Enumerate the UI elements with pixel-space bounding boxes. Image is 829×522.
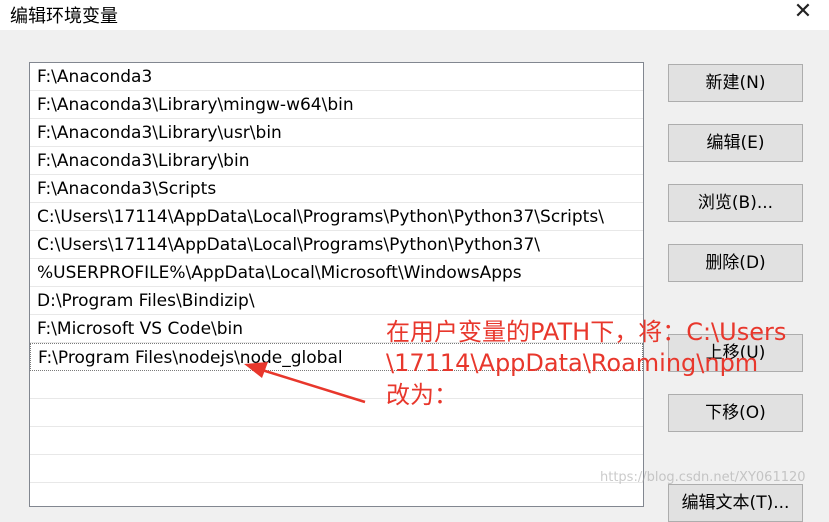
watermark: https://blog.csdn.net/XY061120: [600, 470, 806, 485]
list-item[interactable]: F:\Anaconda3\Library\usr\bin: [30, 119, 643, 147]
title-bar: 编辑环境变量 ✕: [0, 0, 829, 30]
list-item[interactable]: [30, 483, 643, 506]
move-down-button[interactable]: 下移(O): [668, 394, 803, 432]
edit-text-button[interactable]: 编辑文本(T)...: [668, 484, 803, 522]
annotation-line-1: 在用户变量的PATH下，将：C:\Users: [386, 318, 787, 346]
list-item[interactable]: [30, 427, 643, 455]
close-icon[interactable]: ✕: [783, 0, 823, 26]
list-item[interactable]: F:\Anaconda3: [30, 63, 643, 91]
annotation-line-3: 改为：: [386, 381, 458, 409]
list-item[interactable]: %USERPROFILE%\AppData\Local\Microsoft\Wi…: [30, 259, 643, 287]
list-item[interactable]: F:\Anaconda3\Library\bin: [30, 147, 643, 175]
list-item[interactable]: [30, 399, 643, 427]
new-button[interactable]: 新建(N): [668, 64, 803, 102]
annotation-line-2: \17114\AppData\Roaming\npm: [386, 349, 759, 377]
delete-button[interactable]: 删除(D): [668, 244, 803, 282]
list-item[interactable]: F:\Anaconda3\Library\mingw-w64\bin: [30, 91, 643, 119]
list-item[interactable]: [30, 455, 643, 483]
list-item[interactable]: C:\Users\17114\AppData\Local\Programs\Py…: [30, 231, 643, 259]
edit-button[interactable]: 编辑(E): [668, 124, 803, 162]
list-item[interactable]: D:\Program Files\Bindizip\: [30, 287, 643, 315]
window-title: 编辑环境变量: [10, 6, 118, 27]
browse-button[interactable]: 浏览(B)...: [668, 184, 803, 222]
list-item[interactable]: F:\Anaconda3\Scripts: [30, 175, 643, 203]
list-item[interactable]: C:\Users\17114\AppData\Local\Programs\Py…: [30, 203, 643, 231]
path-list[interactable]: F:\Anaconda3 F:\Anaconda3\Library\mingw-w…: [29, 62, 644, 507]
